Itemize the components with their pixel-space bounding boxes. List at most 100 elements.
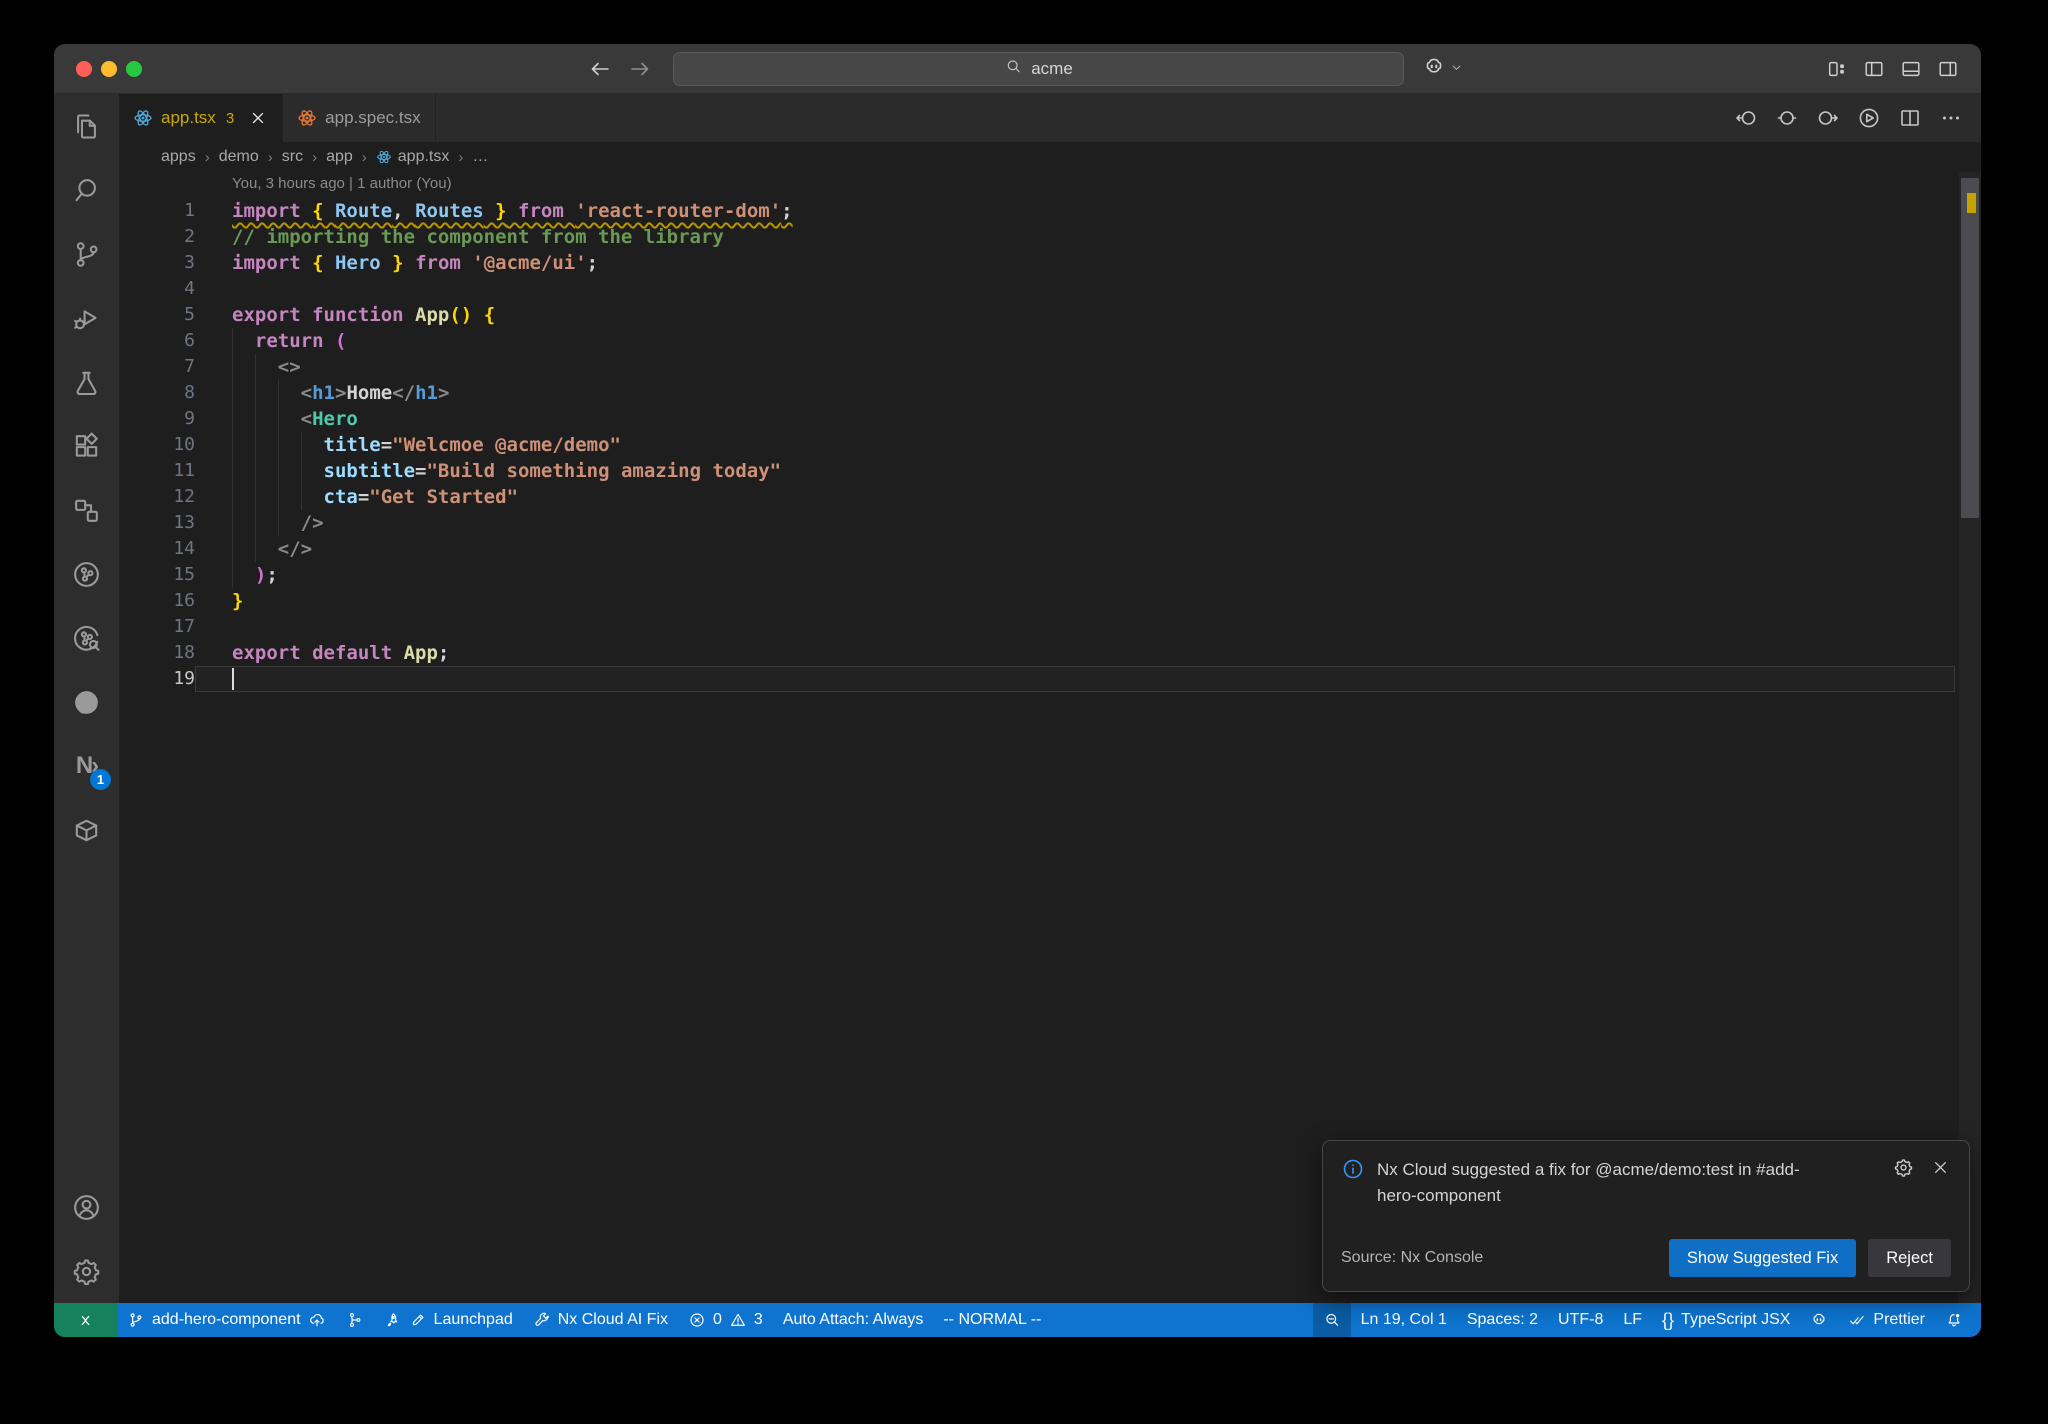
remote-indicator[interactable] — [54, 1303, 117, 1337]
history-forward-button[interactable] — [628, 57, 652, 81]
more-actions-icon[interactable] — [1939, 106, 1963, 130]
line-content: title="Welcmoe @acme/demo" — [195, 432, 1955, 458]
code-line[interactable]: 8 <h1>Home</h1> — [119, 380, 1981, 406]
close-tab-icon[interactable] — [248, 108, 268, 128]
code-line[interactable]: 6 return ( — [119, 328, 1981, 354]
code-line[interactable]: 12 cta="Get Started" — [119, 484, 1981, 510]
breadcrumb-item[interactable]: apps — [161, 148, 196, 166]
nav-back-circle-icon[interactable] — [1734, 106, 1758, 130]
toggle-panel-icon[interactable] — [1900, 58, 1922, 80]
code-line[interactable]: 13 /> — [119, 510, 1981, 536]
screencast-zoom-status[interactable] — [1312, 1303, 1351, 1337]
git-branch-status[interactable]: add-hero-component — [117, 1303, 336, 1337]
cloud-upload-icon — [308, 1311, 326, 1329]
breadcrumb[interactable]: apps › demo › src › app › app.tsx ›… — [119, 142, 1981, 172]
code-line[interactable]: 9 <Hero — [119, 406, 1981, 432]
code-line[interactable]: 11 subtitle="Build something amazing tod… — [119, 458, 1981, 484]
problems-status[interactable]: 03 — [678, 1303, 773, 1337]
breadcrumb-item[interactable]: … — [472, 148, 488, 166]
tab-app-spec-tsx[interactable]: app.spec.tsx — [283, 94, 436, 142]
code-token: /> — [300, 512, 324, 534]
line-number: 11 — [173, 460, 195, 481]
scrollbar[interactable] — [1959, 172, 1981, 1303]
notifications-bell[interactable] — [1935, 1303, 1973, 1337]
nav-location-icon[interactable] — [1775, 106, 1799, 130]
code-line[interactable]: 10 title="Welcmoe @acme/demo" — [119, 432, 1981, 458]
git-graph-icon — [346, 1311, 364, 1329]
prettier-status[interactable]: Prettier — [1838, 1303, 1935, 1337]
code-line[interactable]: 14 </> — [119, 536, 1981, 562]
code-editor[interactable]: You, 3 hours ago | 1 author (You) 1 impor… — [119, 172, 1981, 1303]
copilot-status[interactable] — [1800, 1303, 1838, 1337]
toggle-primary-sidebar-icon[interactable] — [1863, 58, 1885, 80]
code-line[interactable]: 1 import { Route, Routes } from 'react-ro… — [119, 198, 1981, 224]
eol-status[interactable]: LF — [1613, 1303, 1652, 1337]
project-graph-icon[interactable] — [54, 478, 119, 542]
breadcrumb-item[interactable]: demo — [219, 148, 259, 166]
line-number: 4 — [184, 278, 195, 299]
launchpad-status[interactable]: Launchpad — [374, 1303, 523, 1337]
notification-settings-icon[interactable] — [1893, 1157, 1914, 1183]
code-line[interactable]: 15 ); — [119, 562, 1981, 588]
minimize-window-button[interactable] — [101, 61, 117, 77]
close-window-button[interactable] — [76, 61, 92, 77]
explorer-icon[interactable] — [54, 94, 119, 158]
code-line[interactable]: 3 import { Hero } from '@acme/ui'; — [119, 250, 1981, 276]
scrollbar-thumb[interactable] — [1961, 178, 1979, 518]
gitlens-icon[interactable] — [54, 542, 119, 606]
line-content: cta="Get Started" — [195, 484, 1955, 510]
accounts-icon[interactable] — [54, 1175, 119, 1239]
chevron-down-icon — [1449, 60, 1464, 79]
code-line[interactable]: 19 — [119, 666, 1981, 692]
line-content — [195, 276, 1955, 302]
indentation-status[interactable]: Spaces: 2 — [1457, 1303, 1548, 1337]
reject-button[interactable]: Reject — [1868, 1239, 1951, 1277]
customize-layout-icon[interactable] — [1826, 58, 1848, 80]
code-token: from — [506, 200, 576, 222]
line-number: 1 — [184, 200, 195, 221]
code-token: import — [232, 200, 313, 222]
wrench-icon — [533, 1311, 551, 1329]
notification-close-icon[interactable] — [1930, 1157, 1951, 1183]
code-line[interactable]: 2 // importing the component from the lib… — [119, 224, 1981, 250]
breadcrumb-item[interactable]: app.tsx — [376, 148, 449, 166]
gitlens-inspect-icon[interactable] — [54, 606, 119, 670]
tab-app-tsx[interactable]: app.tsx 3 — [119, 94, 284, 142]
run-icon[interactable] — [1857, 106, 1881, 130]
breadcrumb-item[interactable]: src — [282, 148, 303, 166]
git-graph-status[interactable] — [336, 1303, 374, 1337]
code-token: import — [232, 252, 313, 274]
language-mode-status[interactable]: {} TypeScript JSX — [1652, 1303, 1800, 1337]
extensions-icon[interactable] — [54, 414, 119, 478]
code-line[interactable]: 16} — [119, 588, 1981, 614]
code-line[interactable]: 18 export default App; — [119, 640, 1981, 666]
code-line[interactable]: 4 — [119, 276, 1981, 302]
encoding-status[interactable]: UTF-8 — [1548, 1303, 1613, 1337]
search-sidebar-icon[interactable] — [54, 158, 119, 222]
vim-mode-status[interactable]: -- NORMAL -- — [933, 1303, 1051, 1337]
code-line[interactable]: 17 — [119, 614, 1981, 640]
settings-gear-icon[interactable] — [54, 1239, 119, 1303]
breadcrumb-item[interactable]: app — [326, 148, 353, 166]
code-line[interactable]: 5 export function App() { — [119, 302, 1981, 328]
history-back-button[interactable] — [588, 57, 612, 81]
code-line[interactable]: 7 <> — [119, 354, 1981, 380]
title-bar[interactable]: acme — [54, 44, 1981, 94]
containers-icon[interactable] — [54, 798, 119, 862]
nav-forward-circle-icon[interactable] — [1816, 106, 1840, 130]
copilot-menu-button[interactable] — [1422, 53, 1464, 85]
nx-console-icon[interactable]: N› 1 — [54, 734, 119, 798]
show-suggested-fix-button[interactable]: Show Suggested Fix — [1668, 1239, 1857, 1277]
source-control-icon[interactable] — [54, 222, 119, 286]
run-debug-icon[interactable] — [54, 286, 119, 350]
edge-browser-icon[interactable] — [54, 670, 119, 734]
split-editor-icon[interactable] — [1898, 106, 1922, 130]
testing-icon[interactable] — [54, 350, 119, 414]
nx-cloud-ai-fix-status[interactable]: Nx Cloud AI Fix — [523, 1303, 678, 1337]
zoom-window-button[interactable] — [126, 61, 142, 77]
auto-attach-status[interactable]: Auto Attach: Always — [773, 1303, 934, 1337]
command-center-search[interactable]: acme — [673, 52, 1404, 86]
cursor-position-status[interactable]: Ln 19, Col 1 — [1351, 1303, 1457, 1337]
toggle-secondary-sidebar-icon[interactable] — [1937, 58, 1959, 80]
code-token: App — [403, 642, 438, 664]
